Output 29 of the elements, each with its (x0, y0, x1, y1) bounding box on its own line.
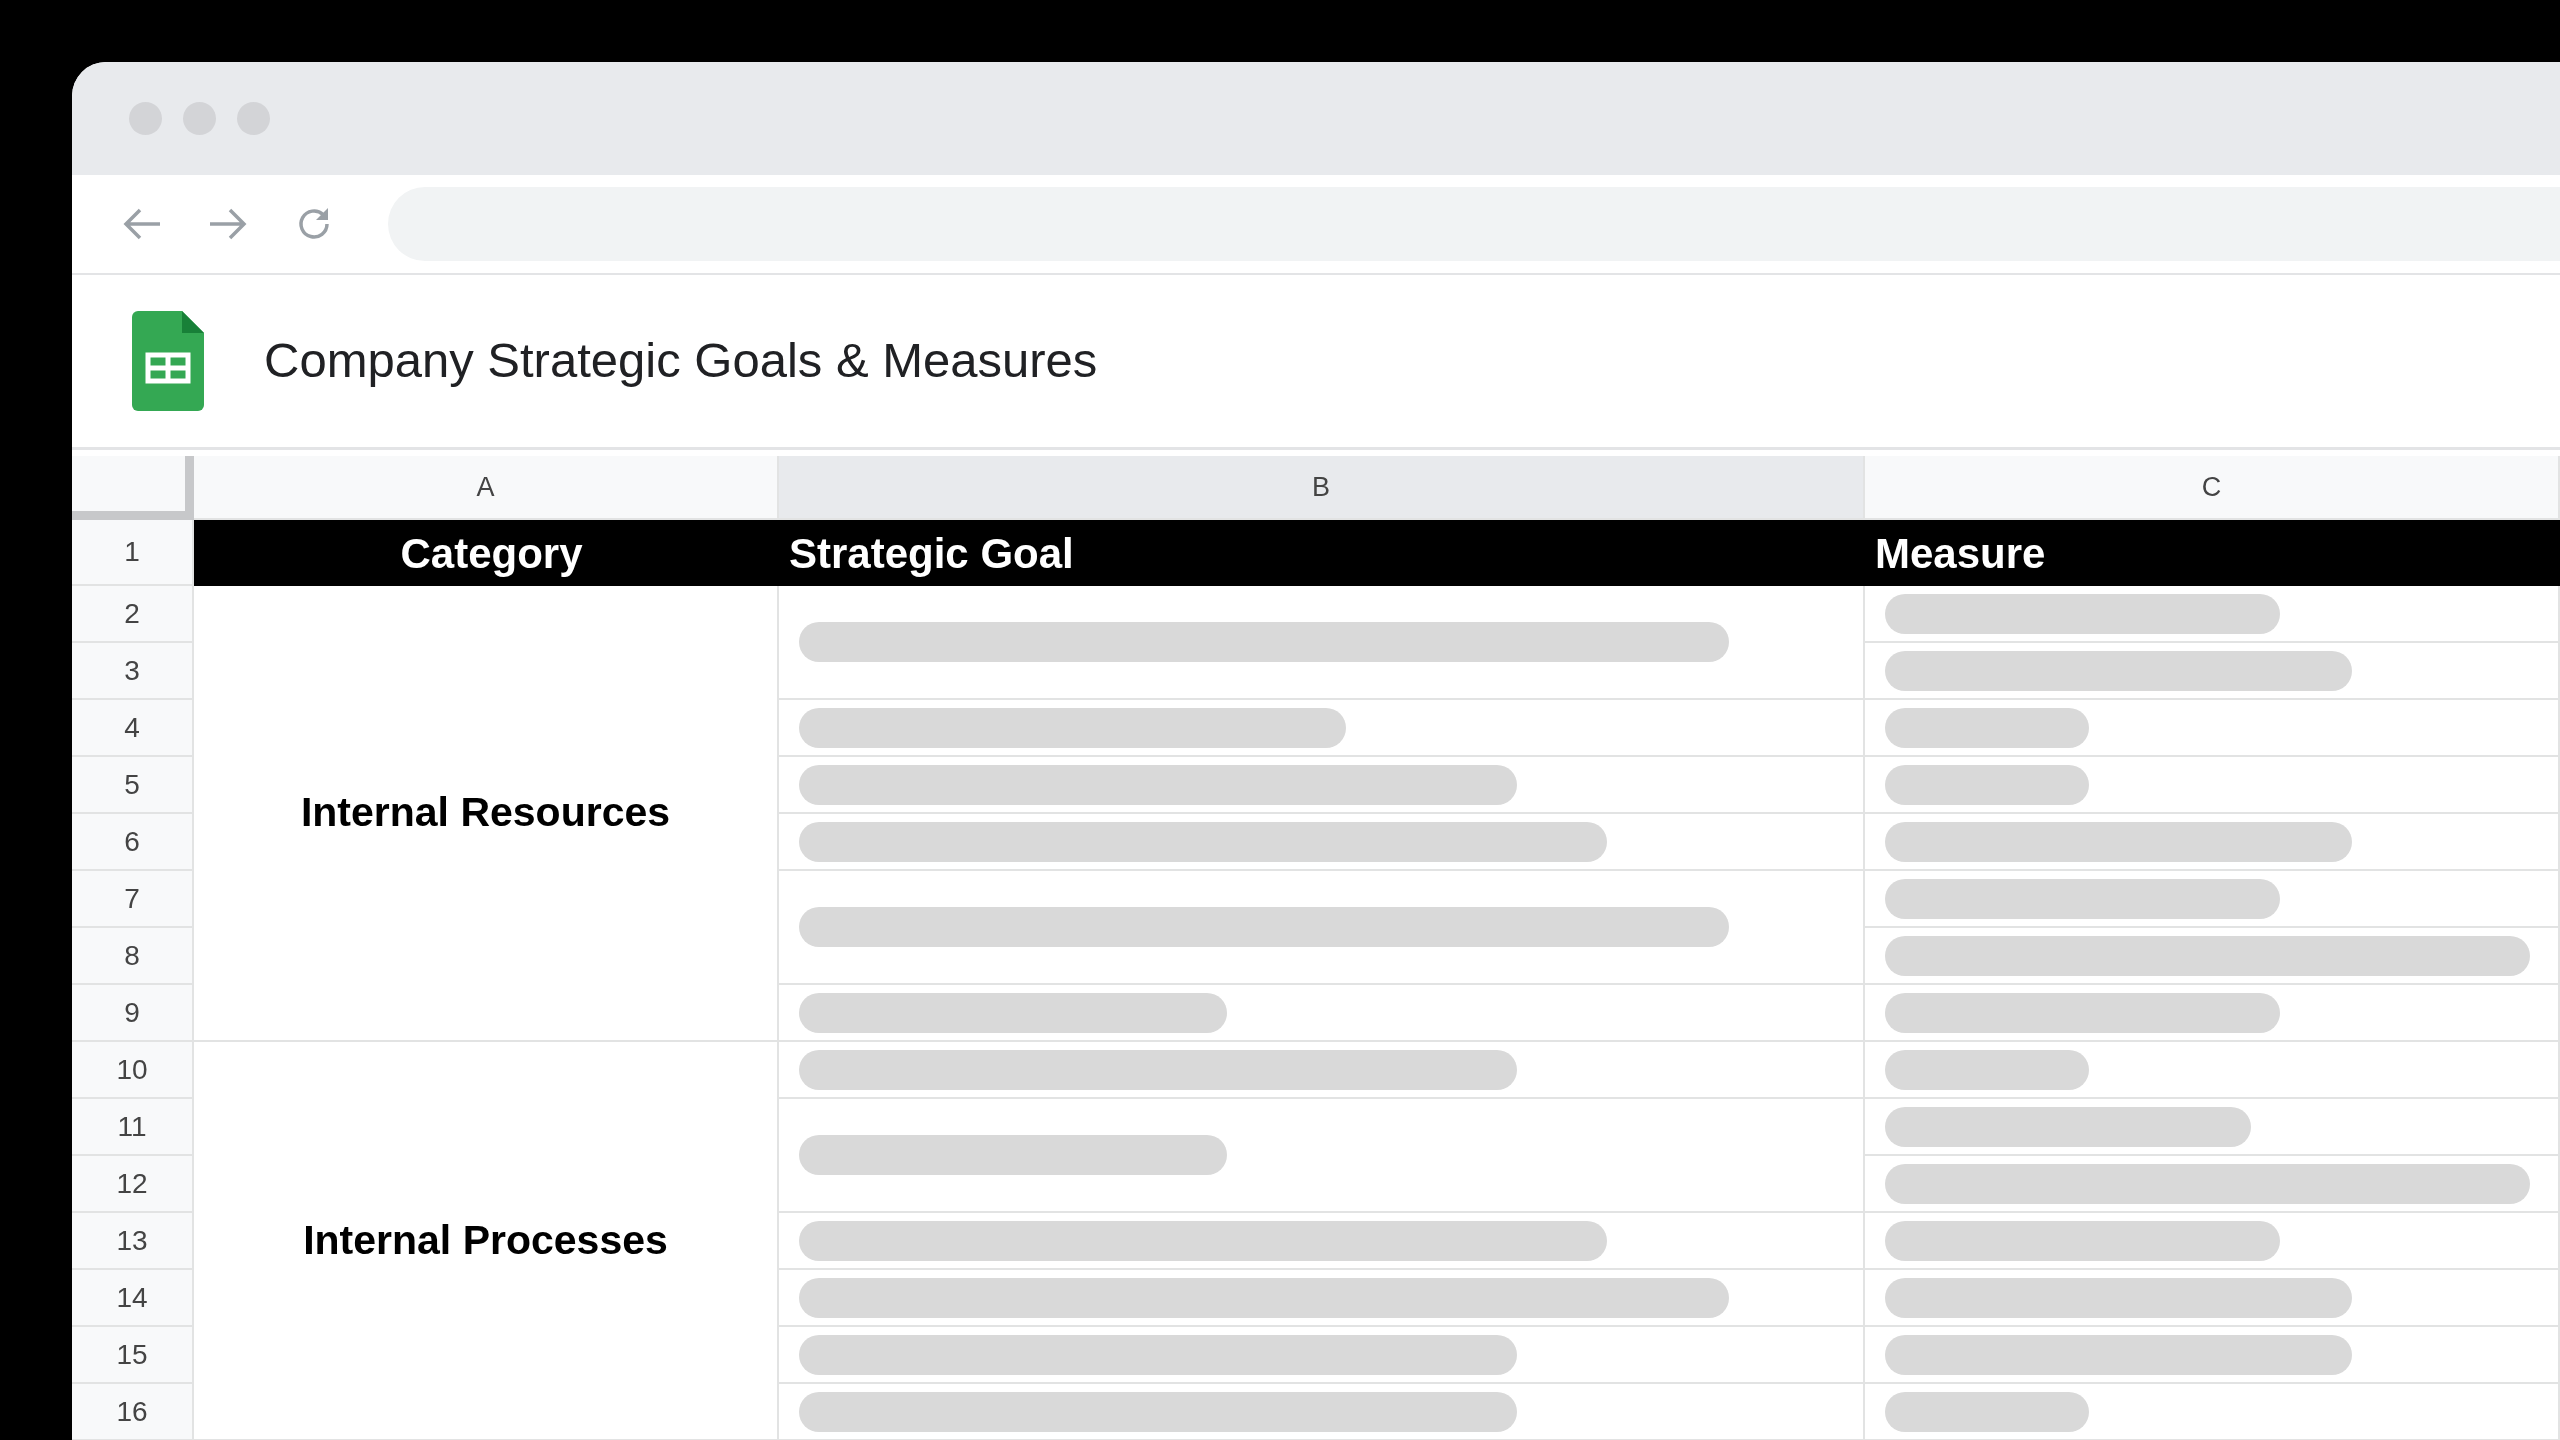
row-header[interactable]: 2 (72, 586, 194, 643)
row-header[interactable]: 15 (72, 1327, 194, 1384)
category-label: Internal Processes (303, 1215, 668, 1265)
row-header[interactable]: 10 (72, 1042, 194, 1099)
row-header[interactable]: 7 (72, 871, 194, 928)
back-arrow-icon (122, 207, 162, 241)
row-header[interactable]: 16 (72, 1384, 194, 1440)
select-all-corner[interactable] (72, 456, 194, 520)
column-header[interactable]: B (779, 456, 1865, 520)
row-header[interactable]: 3 (72, 643, 194, 700)
row-header[interactable]: 12 (72, 1156, 194, 1213)
row-header[interactable]: 13 (72, 1213, 194, 1270)
row-header[interactable]: 11 (72, 1099, 194, 1156)
row-header[interactable]: 14 (72, 1270, 194, 1327)
spreadsheet-icon (132, 311, 204, 411)
row-header[interactable]: 4 (72, 700, 194, 757)
row-header[interactable]: 8 (72, 928, 194, 985)
header-cell: Measure (1865, 520, 2560, 586)
document-title: Company Strategic Goals & Measures (264, 332, 1098, 390)
category-label: Internal Resources (300, 788, 671, 838)
row-header[interactable]: 9 (72, 985, 194, 1042)
row-header[interactable]: 5 (72, 757, 194, 814)
column-header[interactable]: A (194, 456, 779, 520)
row-header[interactable]: 1 (72, 520, 194, 586)
row-header[interactable]: 6 (72, 814, 194, 871)
header-cell: Category (194, 520, 779, 586)
column-header[interactable]: C (1865, 456, 2560, 520)
header-cell: Strategic Goal (779, 520, 1865, 586)
forward-arrow-icon (208, 207, 248, 241)
